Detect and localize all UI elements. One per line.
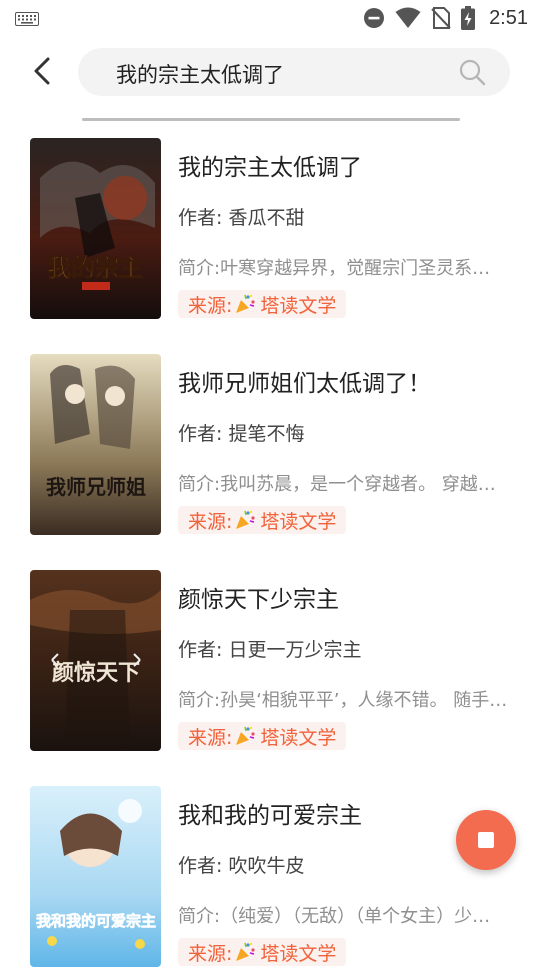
battery-charging-icon <box>461 6 476 30</box>
svg-text:我和我的可爱宗主: 我和我的可爱宗主 <box>36 912 156 930</box>
stop-button[interactable] <box>456 810 516 870</box>
source-name: 塔读文学 <box>260 942 337 965</box>
book-cover[interactable]: 颜惊天下 <box>30 570 161 751</box>
book-cover[interactable]: 我和我的可爱宗主 <box>30 786 161 967</box>
book-author: 作者: 提笔不悔 <box>178 423 305 445</box>
source-tag: 来源: 塔读文学 <box>178 938 347 966</box>
party-popper-icon <box>236 726 256 745</box>
book-summary: 简介:孙昊‘相貌平平’，人缘不错。 随手一救便是绝世美女 <box>178 690 508 711</box>
book-title[interactable]: 我的宗主太低调了 <box>178 148 362 182</box>
status-bar: 2:51 <box>0 0 540 36</box>
book-title[interactable]: 我师兄师姐们太低调了！ <box>178 364 431 398</box>
list-item[interactable]: 颜惊天下 颜惊天下少宗主 作者: 日更一万少宗主 简介:孙昊‘相貌平平’，人缘不… <box>0 570 540 752</box>
source-label: 来源: <box>188 294 233 317</box>
source-tag: 来源: 塔读文学 <box>178 722 347 750</box>
back-arrow-icon[interactable] <box>26 54 60 88</box>
svg-text:我的宗主: 我的宗主 <box>47 253 143 282</box>
source-name: 塔读文学 <box>260 726 337 749</box>
book-author: 作者: 香瓜不甜 <box>178 207 305 229</box>
list-item[interactable]: 我师兄师姐 我师兄师姐们太低调了！ 作者: 提笔不悔 简介:我叫苏晨，是一个穿越… <box>0 354 540 536</box>
svg-text:我师兄师姐: 我师兄师姐 <box>46 475 146 499</box>
search-icon[interactable] <box>458 58 486 86</box>
book-author: 作者: 日更一万少宗主 <box>178 639 362 661</box>
source-label: 来源: <box>188 726 233 749</box>
source-tag: 来源: 塔读文学 <box>178 506 347 534</box>
do-not-disturb-icon <box>364 8 385 28</box>
book-cover[interactable]: 我师兄师姐 <box>30 354 161 535</box>
no-sim-icon <box>431 7 451 29</box>
party-popper-icon <box>236 510 256 529</box>
scroll-indicator <box>82 118 460 121</box>
source-label: 来源: <box>188 510 233 533</box>
source-label: 来源: <box>188 942 233 965</box>
search-input[interactable]: 我的宗主太低调了 <box>116 59 284 89</box>
search-header: 我的宗主太低调了 <box>0 36 540 108</box>
party-popper-icon <box>236 294 256 313</box>
book-summary: 简介:叶寒穿越异界，觉醒宗门圣灵系统，开局收获一名绝世天才弟子 <box>178 258 508 279</box>
list-item[interactable]: 我和我的可爱宗主 我和我的可爱宗主 作者: 吹吹牛皮 简介:（纯爱）（无敌）（单… <box>0 786 540 968</box>
list-item[interactable]: 我的宗主 我的宗主太低调了 作者: 香瓜不甜 简介:叶寒穿越异界，觉醒宗门圣灵系… <box>0 138 540 320</box>
source-name: 塔读文学 <box>260 294 337 317</box>
keyboard-icon <box>15 12 39 26</box>
clock: 2:51 <box>489 6 528 29</box>
book-cover[interactable]: 我的宗主 <box>30 138 161 319</box>
svg-text:颜惊天下: 颜惊天下 <box>52 660 140 686</box>
book-title[interactable]: 颜惊天下少宗主 <box>178 580 339 614</box>
stop-icon <box>478 832 494 848</box>
book-title[interactable]: 我和我的可爱宗主 <box>178 796 362 830</box>
search-bar[interactable]: 我的宗主太低调了 <box>78 48 510 96</box>
source-tag: 来源: 塔读文学 <box>178 290 347 318</box>
book-summary: 简介:（纯爱）（无敌）（单个女主）少年带着系统穿越 <box>178 906 508 927</box>
book-summary: 简介:我叫苏晨，是一个穿越者。 穿越到了一个修仙世界 <box>178 474 508 495</box>
wifi-icon <box>395 7 421 28</box>
source-name: 塔读文学 <box>260 510 337 533</box>
book-author: 作者: 吹吹牛皮 <box>178 855 305 877</box>
